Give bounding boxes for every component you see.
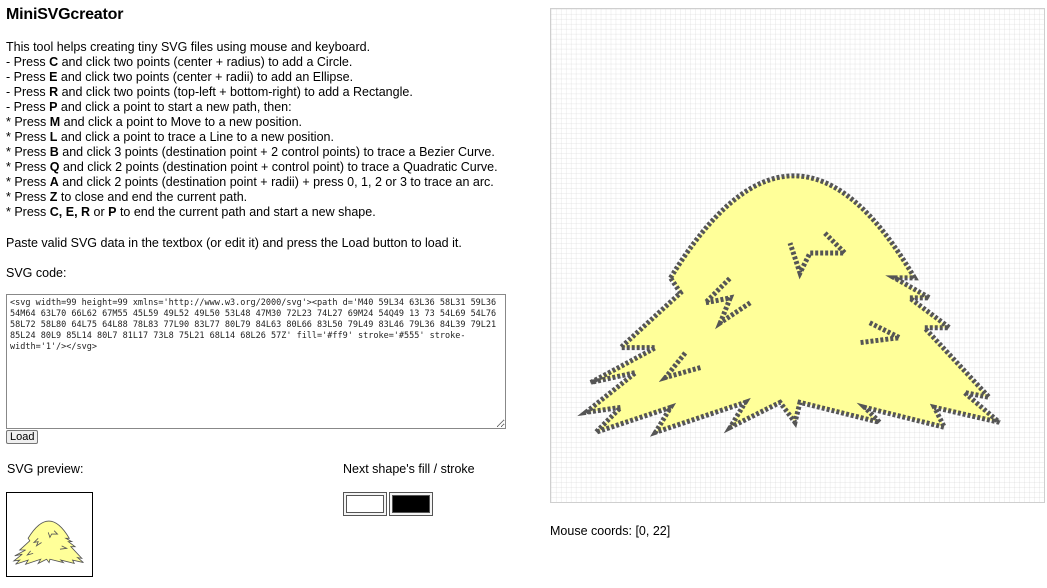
instruction-line: * Press L and click a point to trace a L…: [6, 130, 334, 144]
svg-code-label: SVG code:: [6, 266, 67, 280]
instruction-quadratic: * Press Q and click 2 points (destinatio…: [6, 160, 498, 174]
instruction-arc: * Press A and click 2 points (destinatio…: [6, 175, 494, 189]
instruction-circle: - Press C and click two points (center +…: [6, 55, 353, 69]
preview-path: [12, 520, 84, 566]
mouse-coords: Mouse coords: [0, 22]: [550, 524, 671, 538]
instruction-rectangle: - Press R and click two points (top-left…: [6, 85, 413, 99]
next-stroke-swatch[interactable]: [389, 492, 433, 516]
instruction-end: * Press C, E, R or P to end the current …: [6, 205, 376, 219]
instruction-bezier: * Press B and click 3 points (destinatio…: [6, 145, 495, 159]
preview-shape: [12, 520, 84, 566]
canvas-svg[interactable]: [551, 9, 1044, 502]
svg-preview-label: SVG preview:: [7, 462, 84, 476]
load-button[interactable]: Load: [6, 430, 39, 444]
next-fill-stroke-label: Next shape's fill / stroke: [343, 462, 475, 476]
app-title: MiniSVGcreator: [6, 6, 124, 23]
next-fill-swatch[interactable]: [343, 492, 387, 516]
drawing-canvas[interactable]: [550, 8, 1045, 503]
instruction-path: - Press P and click a point to start a n…: [6, 100, 292, 114]
instructions: This tool helps creating tiny SVG files …: [6, 40, 498, 220]
paste-note: Paste valid SVG data in the textbox (or …: [6, 236, 462, 250]
stroke-color-chip: [392, 495, 430, 513]
svg-preview: [6, 492, 93, 577]
svg-code-textarea[interactable]: <svg width=99 height=99 xmlns='http://ww…: [6, 294, 506, 429]
instruction-ellipse: - Press E and click two points (center +…: [6, 70, 354, 84]
instruction-move: * Press M and click a point to Move to a…: [6, 115, 302, 129]
instruction-close: * Press Z to close and end the current p…: [6, 190, 248, 204]
intro-line: This tool helps creating tiny SVG files …: [6, 40, 371, 54]
fill-color-chip: [346, 495, 384, 513]
